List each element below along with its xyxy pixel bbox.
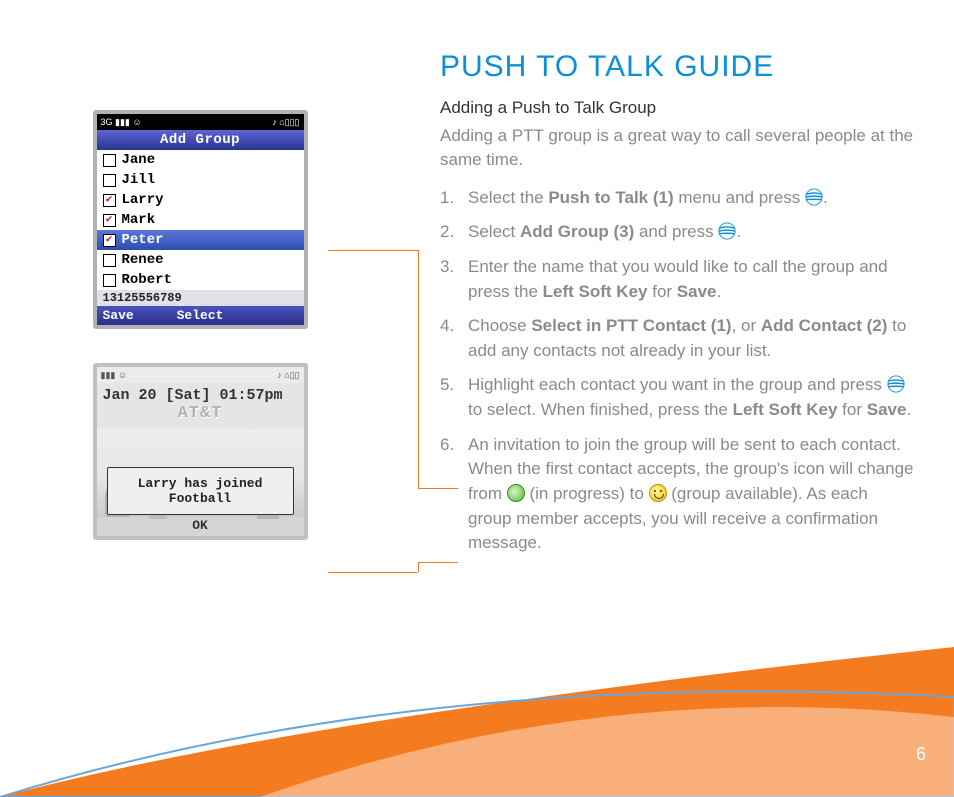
phone-number-field: 13125556789 — [97, 290, 304, 306]
group-available-icon — [649, 484, 667, 502]
softkey-right[interactable] — [235, 306, 304, 325]
callout-connector — [328, 250, 418, 251]
status-right: ♪ ⌂▯▯ — [277, 370, 299, 381]
screen-title: Add Group — [97, 130, 304, 150]
checkbox-icon[interactable] — [103, 174, 116, 187]
section-heading: Adding a Push to Talk Group — [440, 98, 914, 118]
step-list: Select the Push to Talk (1) menu and pre… — [440, 186, 914, 556]
checkbox-icon[interactable] — [103, 154, 116, 167]
phone-home-popup: ▮▮▮ ☺ ♪ ⌂▯▯ Jan 20 [Sat] 01:57pm AT&T La… — [93, 363, 308, 540]
status-left: 3G ▮▮▮ ☺ — [101, 117, 142, 128]
intro-text: Adding a PTT group is a great way to cal… — [440, 124, 914, 172]
list-item[interactable]: Jill — [97, 170, 304, 190]
page: 3G ▮▮▮ ☺ ♪ ⌂▯▯▯ Add Group Jane Jill Larr… — [0, 0, 954, 797]
callout-connector — [418, 250, 419, 488]
contact-name: Jane — [122, 152, 156, 168]
instructions-column: PUSH TO TALK GUIDE Adding a Push to Talk… — [360, 50, 914, 737]
step-item: An invitation to join the group will be … — [440, 433, 914, 556]
page-number: 6 — [916, 744, 926, 765]
contact-list: Jane Jill Larry Mark Peter Renee Robert — [97, 150, 304, 290]
status-left: ▮▮▮ ☺ — [101, 370, 128, 381]
softkey-ok[interactable]: OK — [97, 515, 304, 536]
contact-name: Peter — [122, 232, 164, 248]
page-title: PUSH TO TALK GUIDE — [440, 50, 914, 84]
notification-popup: Larry has joined Football — [107, 467, 294, 515]
list-item[interactable]: Robert — [97, 270, 304, 290]
contact-name: Jill — [122, 172, 156, 188]
softkey-bar: Save Select — [97, 306, 304, 325]
step-item: Highlight each contact you want in the g… — [440, 373, 914, 422]
status-right: ♪ ⌂▯▯▯ — [272, 117, 299, 128]
list-item[interactable]: Renee — [97, 250, 304, 270]
contact-name: Mark — [122, 212, 156, 228]
in-progress-icon — [507, 484, 525, 502]
status-bar: 3G ▮▮▮ ☺ ♪ ⌂▯▯▯ — [97, 114, 304, 130]
status-bar: ▮▮▮ ☺ ♪ ⌂▯▯ — [97, 367, 304, 383]
step-item: Enter the name that you would like to ca… — [440, 255, 914, 304]
contact-name: Robert — [122, 272, 172, 288]
att-globe-icon — [805, 188, 823, 206]
list-item[interactable]: Mark — [97, 210, 304, 230]
checkbox-icon[interactable] — [103, 254, 116, 267]
checkbox-icon[interactable] — [103, 214, 116, 227]
contact-name: Renee — [122, 252, 164, 268]
att-globe-icon — [887, 375, 905, 393]
screenshots-column: 3G ▮▮▮ ☺ ♪ ⌂▯▯▯ Add Group Jane Jill Larr… — [40, 50, 360, 737]
callout-connector — [418, 488, 458, 489]
softkey-left[interactable]: Save — [97, 306, 166, 325]
checkbox-icon[interactable] — [103, 274, 116, 287]
checkbox-icon[interactable] — [103, 194, 116, 207]
list-item[interactable]: Larry — [97, 190, 304, 210]
callout-connector — [328, 572, 418, 573]
contact-name: Larry — [122, 192, 164, 208]
step-item: Choose Select in PTT Contact (1), or Add… — [440, 314, 914, 363]
step-item: Select Add Group (3) and press . — [440, 220, 914, 245]
callout-connector — [418, 562, 419, 572]
list-item[interactable]: Jane — [97, 150, 304, 170]
carrier-label: AT&T — [97, 404, 304, 429]
att-globe-icon — [718, 222, 736, 240]
step-item: Select the Push to Talk (1) menu and pre… — [440, 186, 914, 211]
datetime-label: Jan 20 [Sat] 01:57pm — [97, 383, 304, 404]
popup-line: Football — [112, 491, 289, 506]
softkey-center[interactable]: Select — [166, 306, 235, 325]
popup-line: Larry has joined — [112, 476, 289, 491]
list-item-selected[interactable]: Peter — [97, 230, 304, 250]
checkbox-icon[interactable] — [103, 234, 116, 247]
phone-add-group: 3G ▮▮▮ ☺ ♪ ⌂▯▯▯ Add Group Jane Jill Larr… — [93, 110, 308, 329]
callout-connector — [418, 562, 458, 563]
